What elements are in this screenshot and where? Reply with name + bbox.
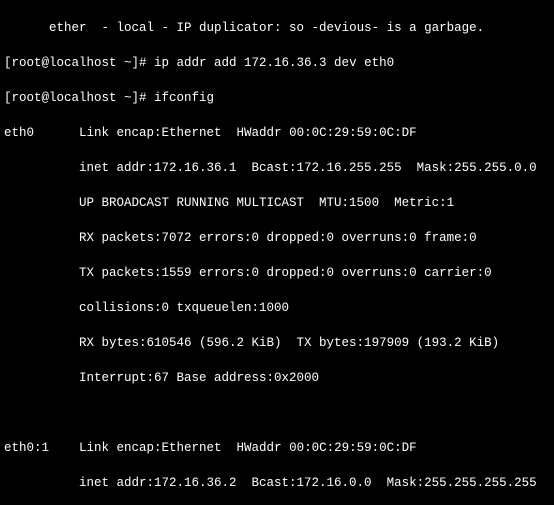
command-text: ifconfig xyxy=(154,91,214,105)
prompt-line: [root@localhost ~]# ifconfig xyxy=(4,90,550,108)
command-text: ip addr add 172.16.36.3 dev eth0 xyxy=(154,56,394,70)
output-line: RX bytes:610546 (596.2 KiB) TX bytes:197… xyxy=(4,335,550,353)
output-line: Interrupt:67 Base address:0x2000 xyxy=(4,370,550,388)
terminal-window[interactable]: ether - local - IP duplicator: so -devio… xyxy=(0,0,554,505)
output-line: inet addr:172.16.36.2 Bcast:172.16.0.0 M… xyxy=(4,475,550,493)
output-line: collisions:0 txqueuelen:1000 xyxy=(4,300,550,318)
blank-line xyxy=(4,405,550,423)
output-line: UP BROADCAST RUNNING MULTICAST MTU:1500 … xyxy=(4,195,550,213)
shell-prompt: [root@localhost ~]# xyxy=(4,91,154,105)
output-line: TX packets:1559 errors:0 dropped:0 overr… xyxy=(4,265,550,283)
output-line: ether - local - IP duplicator: so -devio… xyxy=(4,20,550,38)
output-line: RX packets:7072 errors:0 dropped:0 overr… xyxy=(4,230,550,248)
ifconfig-eth01-name: eth0:1 Link encap:Ethernet HWaddr 00:0C:… xyxy=(4,440,550,458)
shell-prompt: [root@localhost ~]# xyxy=(4,56,154,70)
output-line: inet addr:172.16.36.1 Bcast:172.16.255.2… xyxy=(4,160,550,178)
ifconfig-eth0-name: eth0 Link encap:Ethernet HWaddr 00:0C:29… xyxy=(4,125,550,143)
prompt-line: [root@localhost ~]# ip addr add 172.16.3… xyxy=(4,55,550,73)
